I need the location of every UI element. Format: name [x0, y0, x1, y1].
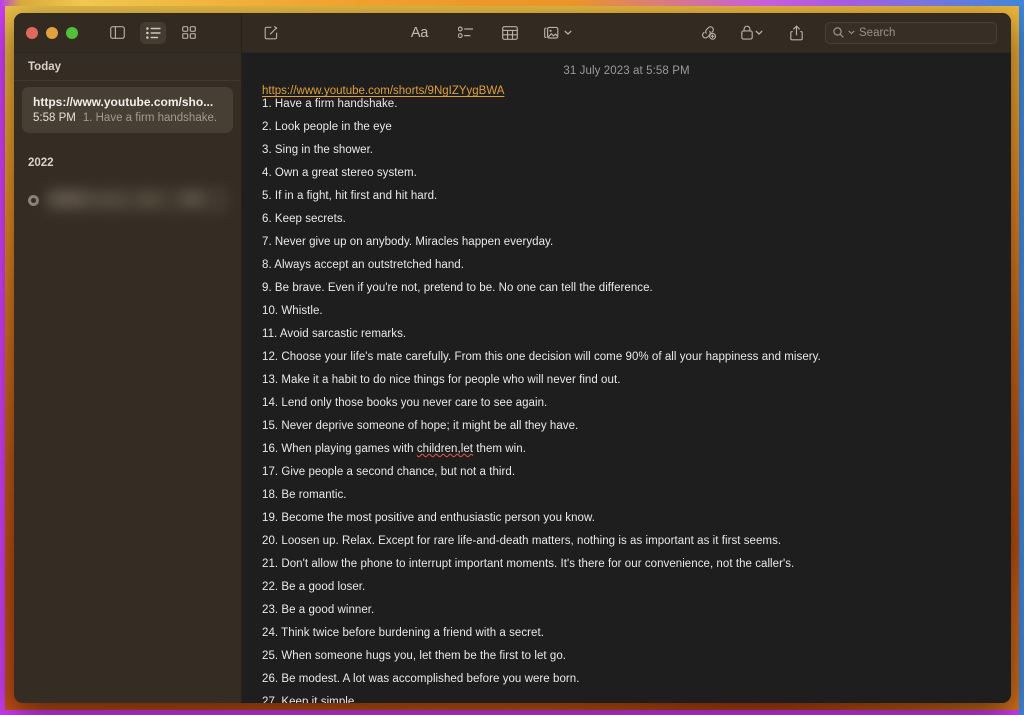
note-line: 5. If in a fight, hit first and hit hard…	[262, 190, 438, 202]
list-item[interactable]	[22, 180, 233, 222]
note-time: 5:58 PM	[33, 112, 76, 124]
notes-window: Aa Search Today https://www.youtube.com/…	[14, 13, 1011, 703]
note-line: 26. Be modest. A lot was accomplished be…	[262, 673, 580, 685]
gallery-view-icon[interactable]	[176, 22, 202, 44]
note-line: 22. Be a good loser.	[262, 581, 366, 593]
format-text-icon[interactable]: Aa	[405, 22, 435, 44]
note-line: 8. Always accept an outstretched hand.	[262, 259, 464, 271]
checklist-icon[interactable]	[453, 22, 479, 44]
traffic-lights	[26, 26, 78, 39]
sidebar-divider	[14, 80, 241, 81]
media-icon[interactable]	[541, 22, 575, 44]
sidebar-section-2022-heading: 2022	[28, 157, 54, 169]
note-body[interactable]: https://www.youtube.com/shorts/9NgIZYygB…	[242, 85, 1011, 703]
sidebar-toggle-icon[interactable]	[104, 22, 130, 44]
toolbar-right-section: Aa Search	[242, 13, 1011, 52]
table-icon[interactable]	[497, 22, 523, 44]
window-body: Today https://www.youtube.com/sho... 5:5…	[14, 53, 1011, 703]
notes-sidebar[interactable]: Today https://www.youtube.com/sho... 5:5…	[14, 53, 242, 703]
note-snippet: 1. Have a firm handshake.	[82, 112, 218, 124]
close-window-button[interactable]	[26, 26, 38, 39]
note-line: 25. When someone hugs you, let them be t…	[262, 650, 567, 662]
note-line: 6. Keep secrets.	[262, 213, 346, 225]
sidebar-section-today-heading: Today	[28, 61, 62, 73]
search-placeholder: Search	[859, 26, 896, 39]
note-line: 21. Don't allow the phone to interrupt i…	[262, 558, 795, 570]
toolbar: Aa Search	[14, 13, 1011, 53]
note-title: https://www.youtube.com/sho...	[33, 95, 214, 109]
account-icon	[28, 194, 39, 206]
note-meta: 5:58 PM 1. Have a firm handshake.	[33, 112, 222, 124]
compose-note-icon[interactable]	[258, 22, 284, 44]
note-line: 16. When playing games with children,let…	[262, 443, 526, 455]
note-line: 11. Avoid sarcastic remarks.	[262, 328, 407, 340]
note-line: 3. Sing in the shower.	[262, 144, 374, 156]
note-line: 15. Never deprive someone of hope; it mi…	[262, 420, 579, 432]
note-line: 20. Loosen up. Relax. Except for rare li…	[262, 535, 782, 547]
note-editor[interactable]: 31 July 2023 at 5:58 PM https://www.yout…	[242, 53, 1011, 703]
minimize-window-button[interactable]	[46, 26, 58, 39]
note-line: 14. Lend only those books you never care…	[262, 397, 548, 409]
add-link-icon[interactable]	[695, 22, 721, 44]
lock-icon[interactable]	[737, 22, 767, 44]
note-line: 10. Whistle.	[262, 305, 323, 317]
search-chevron-down-icon	[848, 30, 855, 35]
note-line: 23. Be a good winner.	[262, 604, 375, 616]
note-line: 13. Make it a habit to do nice things fo…	[262, 374, 621, 386]
share-icon[interactable]	[783, 22, 809, 44]
search-input[interactable]: Search	[825, 21, 997, 44]
note-line: 27. Keep it simple.	[262, 696, 358, 703]
redacted-note-preview	[46, 187, 229, 213]
zoom-window-button[interactable]	[66, 26, 78, 39]
note-line: 7. Never give up on anybody. Miracles ha…	[262, 236, 554, 248]
note-line: 12. Choose your life's mate carefully. F…	[262, 351, 821, 363]
note-line: 17. Give people a second chance, but not…	[262, 466, 516, 478]
note-lines-container: 1. Have a firm handshake. 2. Look people …	[262, 98, 993, 703]
note-line: 2. Look people in the eye	[262, 121, 392, 133]
note-line: 4. Own a great stereo system.	[262, 167, 417, 179]
note-timestamp: 31 July 2023 at 5:58 PM	[563, 65, 690, 77]
search-icon	[833, 27, 844, 38]
note-line: 18. Be romantic.	[262, 489, 347, 501]
spellcheck-error: children,let	[416, 443, 474, 455]
list-item[interactable]: https://www.youtube.com/sho... 5:58 PM 1…	[22, 87, 233, 133]
desktop-wallpaper: Aa Search Today https://www.youtube.com/…	[0, 0, 1024, 715]
note-actions-group: Search	[695, 21, 997, 44]
note-line: 19. Become the most positive and enthusi…	[262, 512, 595, 524]
note-line: 1. Have a firm handshake.	[262, 98, 398, 110]
note-line: 9. Be brave. Even if you're not, pretend…	[262, 282, 653, 294]
note-url-link[interactable]: https://www.youtube.com/shorts/9NgIZYygB…	[262, 85, 504, 97]
note-line: 24. Think twice before burdening a frien…	[262, 627, 544, 639]
format-toolbar-group: Aa	[405, 22, 575, 44]
list-view-icon[interactable]	[140, 21, 166, 44]
toolbar-left-section	[14, 13, 275, 52]
